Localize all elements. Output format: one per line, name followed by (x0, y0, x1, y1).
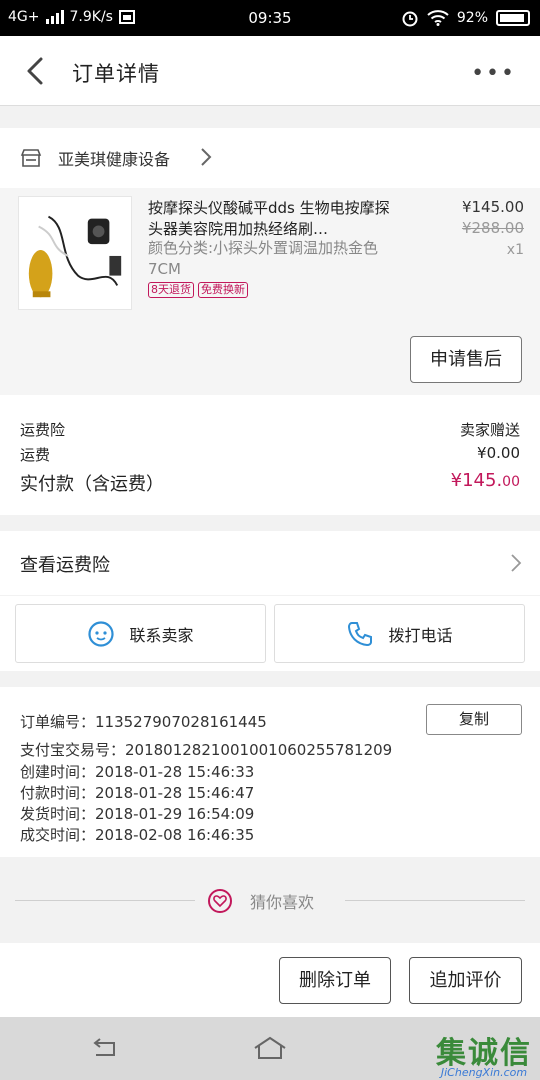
chevron-right-icon (201, 148, 212, 166)
shipping-value: ¥0.00 (477, 444, 520, 462)
order-info: 订单编号：113527907028161445 复制 支付宝交易号：201801… (0, 687, 540, 857)
wifi-icon (427, 10, 449, 26)
insurance-label: 运费险 (20, 421, 66, 439)
heart-icon (208, 889, 232, 913)
call-phone-button[interactable]: 拨打电话 (274, 604, 525, 663)
guess-label: 猜你喜欢 (250, 893, 315, 912)
action-bar: 删除订单 追加评价 (0, 943, 540, 1017)
delete-order-button[interactable]: 删除订单 (279, 957, 391, 1004)
product-price: ¥145.00 (461, 198, 524, 216)
alarm-icon (402, 11, 418, 27)
total-amount: ¥145. (450, 470, 503, 491)
chevron-right-icon (511, 554, 522, 572)
view-insurance-label: 查看运费险 (20, 555, 110, 576)
product-title[interactable]: 按摩探头仪酸碱平dds 生物电按摩探头器美容院用加热经络刷… (148, 198, 404, 240)
contact-seller-button[interactable]: 联系卖家 (15, 604, 266, 663)
alipay-number: 支付宝交易号：2018012821001001060255781209 (20, 741, 393, 759)
product-item[interactable]: 按摩探头仪酸碱平dds 生物电按摩探头器美容院用加热经络刷… 颜色分类:小探头外… (0, 188, 540, 395)
back-nav-icon[interactable] (90, 1035, 120, 1061)
shop-row[interactable]: 亚美琪健康设备 (0, 128, 540, 188)
tag-return: 8天退货 (148, 282, 194, 298)
watermark-logo: 集诚信 JiChengXin.com (436, 1028, 532, 1079)
contact-seller-label: 联系卖家 (129, 625, 194, 645)
total-value: ¥145.00 (451, 470, 520, 496)
product-quantity: x1 (506, 242, 524, 258)
back-arrow-icon[interactable] (22, 56, 50, 86)
shop-name: 亚美琪健康设备 (58, 150, 171, 169)
total-cents: 00 (502, 474, 520, 490)
product-image (18, 196, 132, 310)
contact-bar: 联系卖家 拨打电话 (0, 596, 540, 671)
shipping-label: 运费 (20, 446, 51, 464)
recommendations-divider: 猜你喜欢 (0, 858, 540, 942)
chat-face-icon (88, 620, 115, 647)
battery-icon (496, 10, 530, 26)
paid-time: 付款时间：2018-01-28 15:46:47 (20, 784, 255, 802)
completed-time: 成交时间：2018-02-08 16:46:35 (20, 826, 255, 844)
store-icon (20, 149, 42, 167)
battery-percent: 92% (456, 10, 488, 26)
created-time: 创建时间：2018-01-28 15:46:33 (20, 763, 255, 781)
phone-icon (348, 621, 373, 646)
watermark-url: JiChengXin.com (440, 1066, 528, 1079)
add-review-button[interactable]: 追加评价 (409, 957, 522, 1004)
home-nav-icon[interactable] (252, 1035, 288, 1061)
shipped-time: 发货时间：2018-01-29 16:54:09 (20, 805, 255, 823)
fee-summary: 运费险 卖家赠送 运费 ¥0.00 实付款（含运费） ¥145.00 (0, 395, 540, 515)
view-insurance-row[interactable]: 查看运费险 (0, 531, 540, 595)
header-bar: 订单详情 ••• (0, 36, 540, 106)
divider-right (345, 900, 525, 901)
product-original-price: ¥288.00 (461, 219, 524, 237)
after-sale-button[interactable]: 申请售后 (410, 336, 522, 383)
status-bar: 4G+ 7.9K/s 09:35 92% (0, 0, 540, 36)
insurance-value: 卖家赠送 (459, 421, 520, 439)
copy-button[interactable]: 复制 (426, 704, 522, 735)
divider-left (15, 900, 195, 901)
tag-exchange: 免费换新 (198, 282, 248, 298)
product-spec: 颜色分类:小探头外置调温加热金色7CM (148, 239, 379, 278)
more-options-icon[interactable]: ••• (471, 61, 516, 86)
page-title: 订单详情 (72, 62, 160, 86)
product-tags: 8天退货 免费换新 (148, 282, 248, 298)
total-label: 实付款（含运费） (20, 474, 164, 495)
order-number: 订单编号：113527907028161445 (20, 713, 267, 731)
call-phone-label: 拨打电话 (388, 625, 453, 645)
